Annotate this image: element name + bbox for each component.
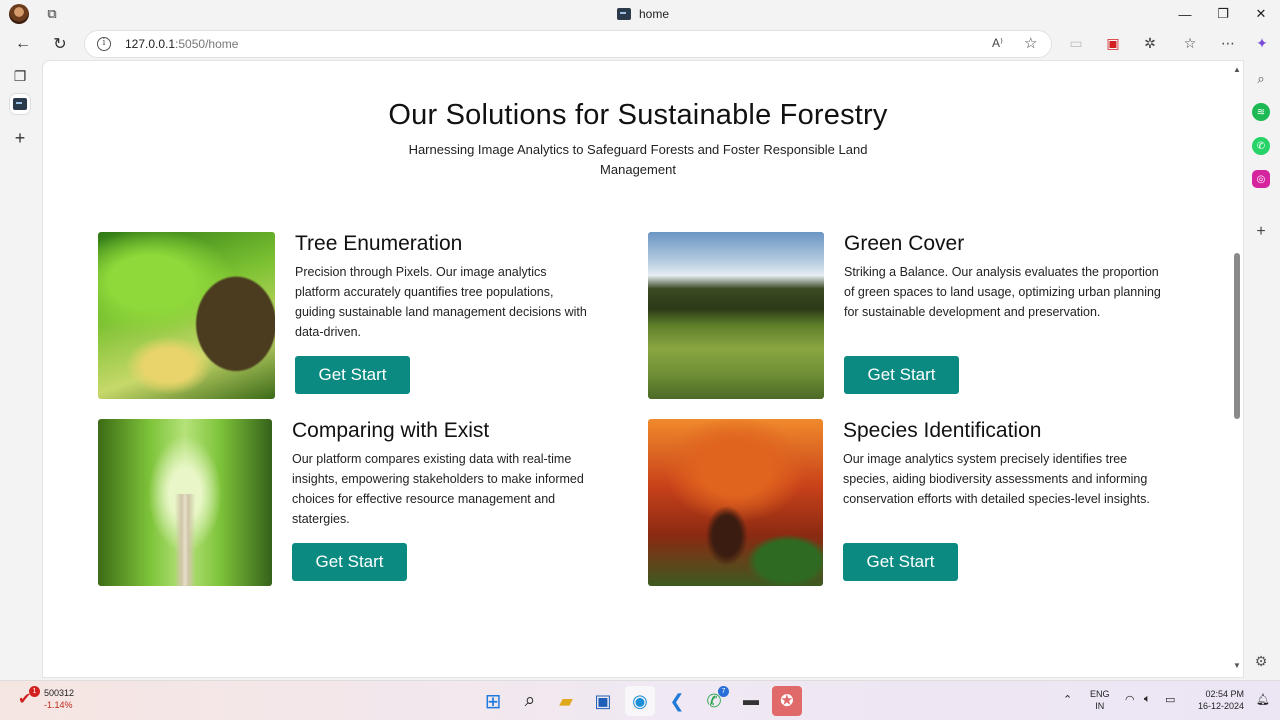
card-title: Species Identification (843, 419, 1042, 442)
minimize-icon[interactable]: — (1166, 0, 1204, 28)
favorite-star-icon[interactable]: ☆ (1024, 34, 1037, 52)
whatsapp-icon[interactable]: ✆ (1252, 137, 1270, 155)
volume-icon[interactable]: 🔈︎ (1144, 693, 1151, 706)
system-clock[interactable]: 02:54 PM 16-12-2024 (1190, 688, 1244, 712)
comparing-get-start-button[interactable]: Get Start (292, 543, 407, 581)
stock-change: -1.14% (44, 700, 73, 710)
green-cover-get-start-button[interactable]: Get Start (844, 356, 959, 394)
scroll-up-icon[interactable]: ▲ (1233, 65, 1241, 74)
tree-enumeration-get-start-button[interactable]: Get Start (295, 356, 410, 394)
split-screen-icon[interactable]: ▭ (1067, 34, 1085, 52)
file-explorer-icon[interactable]: ▰ (551, 686, 581, 716)
tree-enumeration-image (98, 232, 275, 399)
back-icon[interactable]: ← (13, 34, 33, 54)
extension-red-icon[interactable]: ▣ (1104, 34, 1122, 52)
workspaces-icon[interactable]: ⧉ (44, 6, 60, 22)
taskbar-search-icon[interactable]: ⌕ (515, 686, 545, 716)
card-title: Comparing with Exist (292, 419, 490, 442)
whatsapp-badge: 7 (718, 686, 729, 697)
card-title: Green Cover (844, 232, 965, 255)
edge-browser-icon[interactable]: ◉ (625, 686, 655, 716)
battery-icon[interactable]: ▭ (1165, 693, 1175, 706)
windows-start-icon[interactable]: ⊞ (478, 686, 508, 716)
profile-avatar[interactable] (9, 4, 29, 24)
scroll-down-icon[interactable]: ▼ (1233, 661, 1241, 670)
vertical-tab-rail: ❐ + (0, 60, 42, 680)
page-viewport: Our Solutions for Sustainable Forestry H… (42, 60, 1244, 678)
spotify-icon[interactable]: ≋ (1252, 103, 1270, 121)
refresh-icon[interactable]: ↻ (50, 34, 70, 54)
wifi-icon[interactable]: ◠ (1125, 693, 1135, 706)
copilot-icon[interactable]: ✦ (1253, 34, 1271, 52)
stock-value: 500312 (44, 688, 75, 698)
url-text[interactable]: 127.0.0.1:5050/home (125, 37, 238, 51)
comparing-forest-road-image (98, 419, 272, 586)
extensions-icon[interactable]: ✲ (1141, 34, 1159, 52)
language-indicator[interactable]: ENG IN (1090, 688, 1110, 712)
vscode-icon[interactable]: ❮ (662, 686, 692, 716)
tab-actions-icon[interactable]: ❐ (10, 66, 30, 86)
browser-toolbar: ← ↻ i 127.0.0.1:5050/home A⁾ ☆ (0, 28, 1280, 60)
green-cover-image (648, 232, 824, 399)
more-options-icon[interactable]: ⋯ (1219, 34, 1237, 52)
close-icon[interactable]: ✕ (1242, 0, 1280, 28)
stock-widget-icon: 1 (18, 686, 40, 709)
page-subtitle: Harnessing Image Analytics to Safeguard … (408, 142, 868, 177)
address-bar[interactable]: i 127.0.0.1:5050/home A⁾ ☆ (84, 30, 1052, 58)
stock-badge: 1 (29, 686, 40, 697)
tab-favicon-icon (617, 8, 631, 20)
new-tab-icon[interactable]: + (10, 128, 30, 148)
page-title: Our Solutions for Sustainable Forestry (388, 99, 888, 131)
microsoft-store-icon[interactable]: ▣ (588, 686, 618, 716)
pinned-app-icon[interactable]: ✪ (772, 686, 802, 716)
tab-favicon-icon (13, 98, 27, 110)
card-description: Precision through Pixels. Our image anal… (295, 265, 587, 339)
stock-widget[interactable]: 1 500312 -1.14% (18, 686, 75, 711)
search-icon[interactable]: ⌕ (1252, 70, 1270, 88)
site-info-icon[interactable]: i (97, 37, 111, 51)
vertical-tab-home[interactable] (10, 94, 30, 114)
card-description: Our platform compares existing data with… (292, 452, 584, 526)
active-tab[interactable]: home (617, 6, 669, 22)
notifications-icon[interactable]: 🔔︎ (1256, 693, 1270, 706)
browser-title-bar: ⧉ home — ❐ ✕ (0, 0, 1280, 28)
sidebar-rail: ⌕ ≋ ✆ ◎ + ⚙ (1244, 60, 1280, 680)
card-title: Tree Enumeration (295, 232, 463, 255)
read-aloud-icon[interactable]: A⁾ (992, 36, 1003, 50)
maximize-icon[interactable]: ❐ (1204, 0, 1242, 28)
terminal-icon[interactable]: ▬ (736, 686, 766, 716)
species-identification-image (648, 419, 823, 586)
settings-icon[interactable]: ⚙ (1252, 652, 1270, 670)
tab-title: home (639, 7, 670, 21)
instagram-icon[interactable]: ◎ (1252, 170, 1270, 188)
favorites-icon[interactable]: ☆ (1181, 34, 1199, 52)
windows-taskbar: 1 500312 -1.14% ⊞ ⌕ ▰ ▣ ◉ ❮ ✆ 7 ▬ ✪ ⌃ EN… (0, 680, 1280, 720)
card-description: Our image analytics system precisely ide… (843, 452, 1150, 506)
species-identification-get-start-button[interactable]: Get Start (843, 543, 958, 581)
scroll-thumb[interactable] (1234, 253, 1240, 419)
page-scrollbar[interactable]: ▲ ▼ (1231, 61, 1243, 677)
card-description: Striking a Balance. Our analysis evaluat… (844, 265, 1161, 319)
show-hidden-icons-icon[interactable]: ⌃ (1063, 693, 1072, 706)
add-sidebar-app-icon[interactable]: + (1252, 223, 1270, 241)
whatsapp-taskbar-icon[interactable]: ✆ 7 (699, 686, 729, 716)
